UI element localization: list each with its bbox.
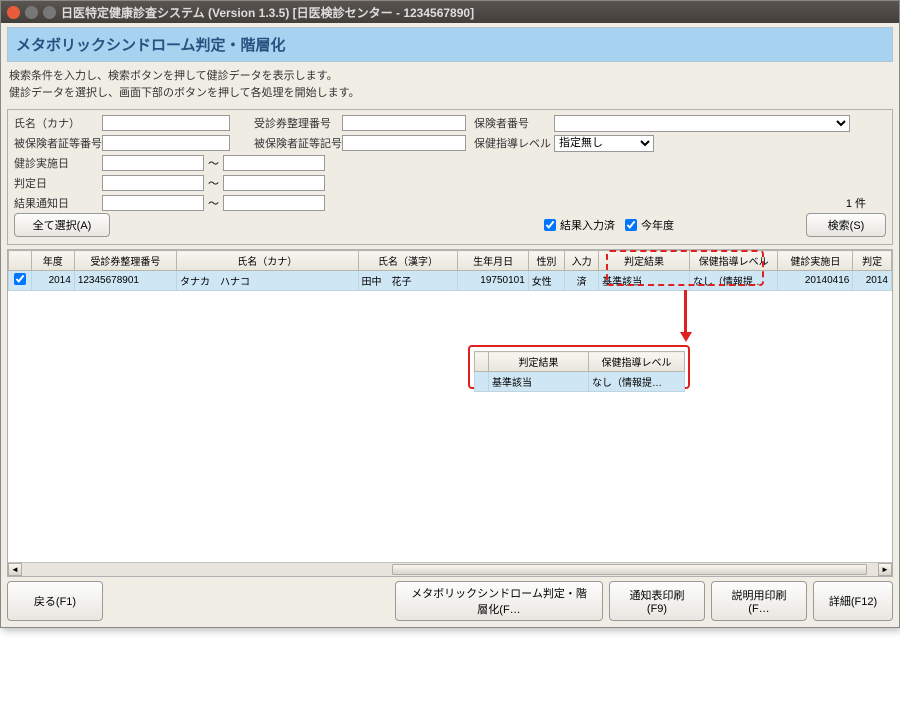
- label-insured-sym: 被保険者証等記号: [254, 135, 342, 151]
- cell-judge: 2014: [853, 271, 892, 291]
- chk-result-done[interactable]: [544, 219, 556, 231]
- row-checkbox[interactable]: [14, 273, 26, 285]
- chk-this-year-label: 今年度: [641, 217, 674, 233]
- titlebar: 日医特定健康診査システム (Version 1.3.5) [日医検診センター -…: [1, 1, 899, 23]
- th-chk[interactable]: [9, 251, 32, 271]
- label-guidance-level: 保健指導レベル: [474, 135, 554, 151]
- select-guidance-level[interactable]: 指定無し: [554, 135, 654, 152]
- scroll-thumb[interactable]: [392, 564, 867, 575]
- input-exam-date-from[interactable]: [102, 155, 204, 171]
- detail-button[interactable]: 詳細(F12): [813, 581, 893, 621]
- cell-kanji: 田中 花子: [358, 271, 458, 291]
- results-table-wrap: 年度 受診券整理番号 氏名（カナ） 氏名（漢字） 生年月日 性別 入力 判定結果…: [7, 249, 893, 577]
- close-icon[interactable]: [7, 6, 20, 19]
- cell-ticket: 12345678901: [74, 271, 176, 291]
- input-notify-date-from[interactable]: [102, 195, 204, 211]
- horizontal-scrollbar[interactable]: ◄ ►: [8, 562, 892, 576]
- label-insurer-no: 保険者番号: [474, 115, 554, 131]
- app-window: 日医特定健康診査システム (Version 1.3.5) [日医検診センター -…: [0, 0, 900, 628]
- popup-th-result: 判定結果: [489, 352, 589, 372]
- table-header-row: 年度 受診券整理番号 氏名（カナ） 氏名（漢字） 生年月日 性別 入力 判定結果…: [9, 251, 892, 271]
- arrow-annotation: [684, 290, 687, 334]
- th-birth[interactable]: 生年月日: [458, 251, 528, 271]
- input-judge-date-from[interactable]: [102, 175, 204, 191]
- popup-th-level: 保健指導レベル: [589, 352, 685, 372]
- popup-cell-level: なし（情報提…: [589, 372, 685, 392]
- instruction-line-1: 検索条件を入力し、検索ボタンを押して健診データを表示します。: [9, 68, 891, 85]
- cell-kana: タナカ ハナコ: [176, 271, 358, 291]
- notify-print-button[interactable]: 通知表印刷(F9): [609, 581, 705, 621]
- popup-table: 判定結果 保健指導レベル 基準該当 なし（情報提…: [474, 351, 684, 392]
- th-level[interactable]: 保健指導レベル: [689, 251, 778, 271]
- instructions: 検索条件を入力し、検索ボタンを押して健診データを表示します。 健診データを選択し…: [7, 62, 893, 109]
- th-input[interactable]: 入力: [565, 251, 599, 271]
- th-sex[interactable]: 性別: [528, 251, 564, 271]
- cell-result: 基準該当: [599, 271, 690, 291]
- this-year-checkbox[interactable]: 今年度: [625, 217, 674, 233]
- input-notify-date-to[interactable]: [223, 195, 325, 211]
- label-judge-date: 判定日: [14, 175, 102, 191]
- table-row[interactable]: 2014 12345678901 タナカ ハナコ 田中 花子 19750101 …: [9, 271, 892, 291]
- instruction-line-2: 健診データを選択し、画面下部のボタンを押して各処理を開始します。: [9, 85, 891, 102]
- cell-exam-date: 20140416: [778, 271, 853, 291]
- th-judge[interactable]: 判定: [853, 251, 892, 271]
- result-done-checkbox[interactable]: 結果入力済: [544, 217, 615, 233]
- minimize-icon[interactable]: [25, 6, 38, 19]
- th-kana[interactable]: 氏名（カナ）: [176, 251, 358, 271]
- input-insured-no[interactable]: [102, 135, 230, 151]
- result-count: 1 件: [846, 195, 866, 211]
- select-insurer-no[interactable]: [554, 115, 850, 132]
- popup-th-blank: [475, 352, 489, 372]
- th-kanji[interactable]: 氏名（漢字）: [358, 251, 458, 271]
- metabolic-button[interactable]: メタボリックシンドローム判定・階層化(F…: [395, 581, 603, 621]
- input-kana[interactable]: [102, 115, 230, 131]
- tilde-2: ～: [208, 175, 219, 191]
- th-result[interactable]: 判定結果: [599, 251, 690, 271]
- maximize-icon[interactable]: [43, 6, 56, 19]
- page-title: メタボリックシンドローム判定・階層化: [7, 27, 893, 62]
- cell-year: 2014: [31, 271, 74, 291]
- tilde-3: ～: [208, 195, 219, 211]
- back-button[interactable]: 戻る(F1): [7, 581, 103, 621]
- input-ticket-no[interactable]: [342, 115, 466, 131]
- chk-this-year[interactable]: [625, 219, 637, 231]
- cell-sex: 女性: [528, 271, 564, 291]
- input-judge-date-to[interactable]: [223, 175, 325, 191]
- results-table: 年度 受診券整理番号 氏名（カナ） 氏名（漢字） 生年月日 性別 入力 判定結果…: [8, 250, 892, 291]
- scroll-right-icon[interactable]: ►: [878, 563, 892, 576]
- th-ticket[interactable]: 受診券整理番号: [74, 251, 176, 271]
- select-all-button[interactable]: 全て選択(A): [14, 213, 110, 237]
- input-insured-sym[interactable]: [342, 135, 466, 151]
- search-button[interactable]: 検索(S): [806, 213, 886, 237]
- cell-input: 済: [565, 271, 599, 291]
- label-exam-date: 健診実施日: [14, 155, 102, 171]
- label-kana: 氏名（カナ）: [14, 115, 102, 131]
- bottom-toolbar: 戻る(F1) メタボリックシンドローム判定・階層化(F… 通知表印刷(F9) 説…: [7, 577, 893, 623]
- label-ticket-no: 受診券整理番号: [254, 115, 342, 131]
- th-exam-date[interactable]: 健診実施日: [778, 251, 853, 271]
- popup-cell-blank: [475, 372, 489, 392]
- window-title: 日医特定健康診査システム (Version 1.3.5) [日医検診センター -…: [61, 4, 474, 21]
- tilde-1: ～: [208, 155, 219, 171]
- search-panel: 氏名（カナ） 受診券整理番号 保険者番号 被保険者証等番号 被保険者証等記号 保…: [7, 109, 893, 245]
- label-notify-date: 結果通知日: [14, 195, 102, 211]
- label-insured-no: 被保険者証等番号: [14, 135, 102, 151]
- th-year[interactable]: 年度: [31, 251, 74, 271]
- cell-birth: 19750101: [458, 271, 528, 291]
- cell-level: なし（情報提…: [689, 271, 778, 291]
- scroll-left-icon[interactable]: ◄: [8, 563, 22, 576]
- content-area: メタボリックシンドローム判定・階層化 検索条件を入力し、検索ボタンを押して健診デ…: [1, 23, 899, 627]
- explain-print-button[interactable]: 説明用印刷(F…: [711, 581, 807, 621]
- chk-result-done-label: 結果入力済: [560, 217, 615, 233]
- input-exam-date-to[interactable]: [223, 155, 325, 171]
- popup-cell-result: 基準該当: [489, 372, 589, 392]
